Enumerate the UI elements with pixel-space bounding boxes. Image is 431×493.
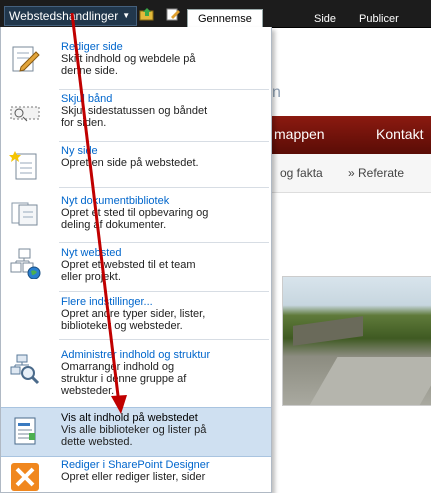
menu-item-edit-page[interactable]: Rediger side Skift indhold og webdele på… xyxy=(1,41,271,91)
menu-item-desc: Opret et sted til opbevaring og xyxy=(61,207,209,219)
menu-item-manage-content[interactable]: Administrer indhold og struktur Omarrang… xyxy=(1,349,271,405)
menu-item-hide-ribbon[interactable]: Skjul bånd Skjul sidestatussen og båndet… xyxy=(1,93,271,143)
manage-content-icon xyxy=(10,354,40,385)
chevron-down-icon: ▼ xyxy=(122,11,131,20)
menu-item-title: Administrer indhold og struktur xyxy=(61,349,211,361)
menu-item-desc: dette websted. xyxy=(61,436,133,448)
sharepoint-designer-icon xyxy=(11,463,39,491)
document-library-icon xyxy=(11,202,38,226)
menu-item-title: Vis alt indhold på webstedet xyxy=(61,412,198,424)
menu-item-desc: Skjul sidestatussen og båndet xyxy=(61,105,208,117)
menu-item-desc: Opret andre typer sider, lister, xyxy=(61,308,206,320)
menu-item-desc: websteder. xyxy=(61,385,115,397)
menu-item-more-options[interactable]: Flere indstillinger... Opret andre typer… xyxy=(1,296,271,342)
navigate-up-icon[interactable] xyxy=(139,7,155,21)
menu-item-desc: eller projekt. xyxy=(61,271,121,283)
menu-item-title: Skjul bånd xyxy=(61,93,113,105)
site-actions-label: Webstedshandlinger xyxy=(9,9,119,23)
menu-item-sharepoint-designer[interactable]: Rediger i SharePoint Designer Opret elle… xyxy=(1,459,271,493)
tab-gennemse[interactable]: Gennemse xyxy=(187,9,263,29)
menu-item-desc: Omarranger indhold og xyxy=(61,361,175,373)
menu-item-new-page[interactable]: Ny side Opret en side på webstedet. xyxy=(1,145,271,189)
site-actions-dropdown: Rediger side Skift indhold og webdele på… xyxy=(0,27,272,493)
menu-item-title: Rediger side xyxy=(61,41,123,53)
menu-item-title: Rediger i SharePoint Designer xyxy=(61,459,210,471)
subnav-item-fakta[interactable]: og fakta xyxy=(280,166,323,180)
menu-item-desc: deling af dokumenter. xyxy=(61,219,167,231)
top-navigation: mappen Kontakt xyxy=(272,116,431,154)
menu-item-desc: Opret et websted til et team xyxy=(61,259,196,271)
menu-item-desc: Vis alle biblioteker og lister på xyxy=(61,424,207,436)
site-actions-menu-button[interactable]: Webstedshandlinger ▼ xyxy=(4,6,138,26)
menu-item-title: Ny side xyxy=(61,145,98,157)
menu-item-desc: biblioteker og websteder. xyxy=(61,320,183,332)
topnav-item-kontakt[interactable]: Kontakt xyxy=(376,126,423,142)
sub-navigation: og fakta » Referate xyxy=(272,154,431,193)
menu-item-desc: Opret eller rediger lister, sider xyxy=(61,471,206,483)
menu-item-desc: Skift indhold og webdele på xyxy=(61,53,196,65)
new-page-icon xyxy=(9,151,37,180)
menu-item-desc: Opret en side på webstedet. xyxy=(61,157,199,169)
hide-ribbon-icon xyxy=(10,106,40,122)
menu-item-desc: for siden. xyxy=(61,117,107,129)
menu-item-new-document-library[interactable]: Nyt dokumentbibliotek Opret et sted til … xyxy=(1,195,271,245)
menu-item-desc: denne side. xyxy=(61,65,118,77)
menu-item-new-site[interactable]: Nyt websted Opret et websted til et team… xyxy=(1,247,271,295)
page-photo xyxy=(282,276,431,406)
view-all-content-icon xyxy=(14,417,36,445)
edit-page-icon xyxy=(12,46,40,72)
edit-icon[interactable] xyxy=(165,7,181,21)
menu-item-title: Nyt websted xyxy=(61,247,122,259)
ribbon-bar: Webstedshandlinger ▼ Gennemse Side Publi… xyxy=(0,0,431,29)
subnav-item-referater[interactable]: » Referate xyxy=(348,166,404,180)
tab-side[interactable]: Side xyxy=(314,10,336,28)
topnav-item-mappen[interactable]: mappen xyxy=(274,126,325,142)
new-site-icon xyxy=(10,248,41,279)
menu-item-title: Flere indstillinger... xyxy=(61,296,153,308)
menu-item-desc: struktur i denne gruppe af xyxy=(61,373,187,385)
menu-item-view-all-content[interactable]: Vis alt indhold på webstedet Vis alle bi… xyxy=(1,407,271,457)
tab-publicer[interactable]: Publicer xyxy=(359,10,399,28)
menu-item-title: Nyt dokumentbibliotek xyxy=(61,195,170,207)
page-title: n xyxy=(272,84,281,101)
